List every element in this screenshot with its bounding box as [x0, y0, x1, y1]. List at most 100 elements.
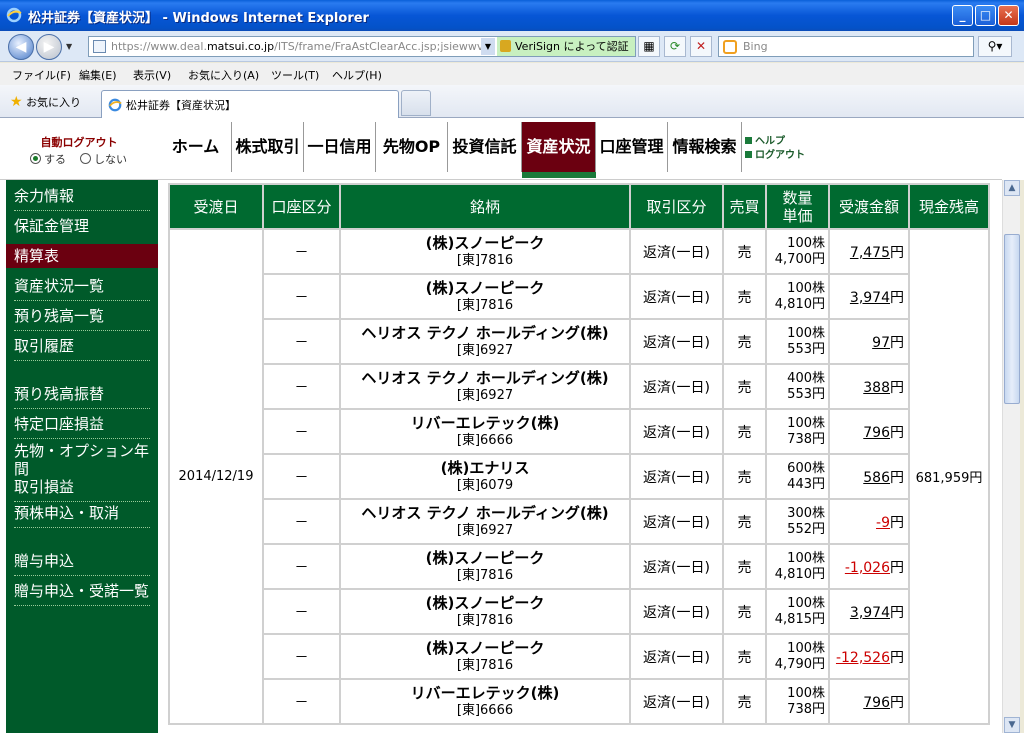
issue-cell: ヘリオス テクノ ホールディング(株) [東]6927: [339, 498, 631, 545]
sidebar-item-specific-account[interactable]: 特定口座損益: [6, 415, 158, 439]
delivery-amount-link[interactable]: -1,026: [845, 560, 890, 576]
browser-tab[interactable]: 松井証券【資産状況】: [101, 90, 399, 118]
yen-unit: 円: [890, 514, 904, 531]
menu-file[interactable]: ファイル(F): [12, 67, 71, 83]
nav-account-management[interactable]: 口座管理: [596, 122, 668, 172]
delivery-amount-link[interactable]: 97: [872, 335, 890, 351]
trade-type-cell: 返済(一日): [629, 363, 724, 410]
page-icon: [93, 40, 106, 53]
delivery-amount-link[interactable]: 388: [863, 380, 890, 396]
auto-logout-off-radio[interactable]: しない: [80, 153, 127, 166]
delivery-amount-link[interactable]: 7,475: [850, 245, 890, 261]
sidebar-item-gift-list[interactable]: 贈与申込・受諾一覧: [6, 582, 158, 606]
settlement-table: 受渡日 口座区分 銘柄 取引区分 売買 数量 単価 受渡金額 現金残高 2014/…: [168, 183, 990, 725]
ie-icon: [108, 98, 122, 112]
menu-help[interactable]: ヘルプ(H): [332, 67, 382, 83]
star-icon: ★: [10, 94, 23, 110]
vertical-scrollbar[interactable]: ▲ ▼: [1002, 180, 1020, 733]
auto-logout-on-radio[interactable]: する: [30, 153, 66, 166]
scroll-up-icon[interactable]: ▲: [1004, 180, 1020, 196]
close-button[interactable]: ✕: [998, 5, 1019, 26]
nav-investment-trust[interactable]: 投資信託: [448, 122, 522, 172]
url-text[interactable]: https://www.deal.matsui.co.jp/ITS/frame/…: [111, 37, 481, 56]
issue-name: ヘリオス テクノ ホールディング(株): [361, 368, 609, 387]
trade-type-cell: 返済(一日): [629, 633, 724, 680]
settlement-table-container: 受渡日 口座区分 銘柄 取引区分 売買 数量 単価 受渡金額 現金残高 2014/…: [163, 180, 998, 733]
delivery-amount-link[interactable]: 796: [863, 695, 890, 711]
stop-icon[interactable]: ✕: [690, 36, 712, 57]
delivery-amount-link[interactable]: 3,974: [850, 290, 890, 306]
sidebar-item-balance-transfer[interactable]: 預り残高振替: [6, 385, 158, 409]
minimize-button[interactable]: _: [952, 5, 973, 26]
address-bar[interactable]: https://www.deal.matsui.co.jp/ITS/frame/…: [88, 36, 636, 57]
yen-unit: 円: [890, 244, 904, 261]
maximize-button[interactable]: □: [975, 5, 996, 26]
compat-view-icon[interactable]: ▦: [638, 36, 660, 57]
favorites-button[interactable]: ★ お気に入り: [10, 94, 81, 110]
refresh-icon[interactable]: ⟳: [664, 36, 686, 57]
nav-day-margin[interactable]: 一日信用: [304, 122, 376, 172]
price-value: 4,810円: [774, 296, 825, 312]
scroll-thumb[interactable]: [1004, 234, 1020, 404]
sidebar-item-stock-deposit[interactable]: 預株申込・取消: [6, 504, 158, 528]
delivery-amount-link[interactable]: 796: [863, 425, 890, 441]
nav-stock-trading[interactable]: 株式取引: [232, 122, 304, 172]
search-input[interactable]: Bing: [718, 36, 974, 57]
menu-favorites[interactable]: お気に入り(A): [188, 67, 259, 83]
table-row: －ヘリオス テクノ ホールディング(株) [東]6927 返済(一日) 売 300株 55…: [169, 498, 989, 545]
sidebar-item-asset-list[interactable]: 資産状況一覧: [6, 277, 158, 301]
sidebar-item-label: 資産状況一覧: [14, 277, 105, 295]
search-icon[interactable]: ⚲▾: [978, 36, 1012, 57]
address-row: ◀ ▶ ▼ https://www.deal.matsui.co.jp/ITS/…: [0, 31, 1024, 62]
nav-asset-status[interactable]: 資産状況: [522, 122, 596, 172]
header-trade-type: 取引区分: [629, 183, 724, 230]
address-dropdown-icon[interactable]: ▼: [481, 38, 495, 55]
help-link[interactable]: ヘルプ: [745, 135, 805, 149]
qty-value: 300株: [787, 505, 825, 521]
forward-button[interactable]: ▶: [36, 34, 62, 60]
sidebar-item-margin-info[interactable]: 余力情報: [6, 187, 158, 211]
sidebar-item-label: 預り残高一覧: [14, 307, 105, 325]
sidebar-item-label: 余力情報: [14, 187, 75, 205]
table-row: －ヘリオス テクノ ホールディング(株) [東]6927 返済(一日) 売 100株 55…: [169, 318, 989, 365]
delivery-amount-link[interactable]: 3,974: [850, 605, 890, 621]
menu-tools[interactable]: ツール(T): [271, 67, 319, 83]
sidebar-item-deposit-management[interactable]: 保証金管理: [6, 217, 158, 235]
code-label: 7816: [480, 612, 514, 628]
sidebar-item-label-2: 取引損益: [14, 478, 75, 496]
market-label: [東]: [456, 702, 481, 718]
new-tab-button[interactable]: [401, 90, 431, 116]
header-buy-sell: 売買: [722, 183, 767, 230]
menu-view[interactable]: 表示(V): [133, 67, 171, 83]
sidebar-item-futures-annual[interactable]: 先物・オプション年間 取引損益: [6, 442, 158, 502]
menu-edit[interactable]: 編集(E): [79, 67, 117, 83]
table-row: －ヘリオス テクノ ホールディング(株) [東]6927 返済(一日) 売 400株 55…: [169, 363, 989, 410]
market-label: [東]: [456, 297, 481, 313]
certificate-badge[interactable]: VeriSign によって認証: [497, 37, 635, 56]
nav-info-search[interactable]: 情報検索: [668, 122, 742, 172]
nav-futures-options[interactable]: 先物OP: [376, 122, 448, 172]
market-label: [東]: [456, 387, 481, 403]
nav-home[interactable]: ホーム: [160, 122, 232, 172]
back-button[interactable]: ◀: [8, 34, 34, 60]
qty-value: 400株: [787, 370, 825, 386]
sidebar-item-trade-history[interactable]: 取引履歴: [6, 337, 158, 361]
account-type-cell: －: [262, 633, 341, 680]
table-row: －リバーエレテック(株) [東]6666 返済(一日) 売 100株 738円 796円: [169, 408, 989, 455]
market-label: [東]: [456, 477, 481, 493]
qty-value: 100株: [787, 685, 825, 701]
logout-link[interactable]: ログアウト: [745, 149, 805, 163]
buy-sell-cell: 売: [722, 318, 767, 365]
delivery-amount-link[interactable]: -9: [876, 515, 890, 531]
yen-unit: 円: [890, 379, 904, 396]
issue-name: (株)スノーピーク: [425, 593, 545, 612]
market-label: [東]: [456, 432, 481, 448]
sidebar-item-balance-list[interactable]: 預り残高一覧: [6, 307, 158, 331]
history-dropdown-icon[interactable]: ▼: [66, 42, 72, 51]
qty-price-cell: 100株 4,815円: [765, 588, 830, 635]
sidebar-item-gift-application[interactable]: 贈与申込: [6, 552, 158, 576]
sidebar-item-settlement[interactable]: 精算表: [6, 244, 158, 268]
delivery-amount-link[interactable]: 586: [863, 470, 890, 486]
scroll-down-icon[interactable]: ▼: [1004, 717, 1020, 733]
delivery-amount-link[interactable]: -12,526: [836, 650, 890, 666]
